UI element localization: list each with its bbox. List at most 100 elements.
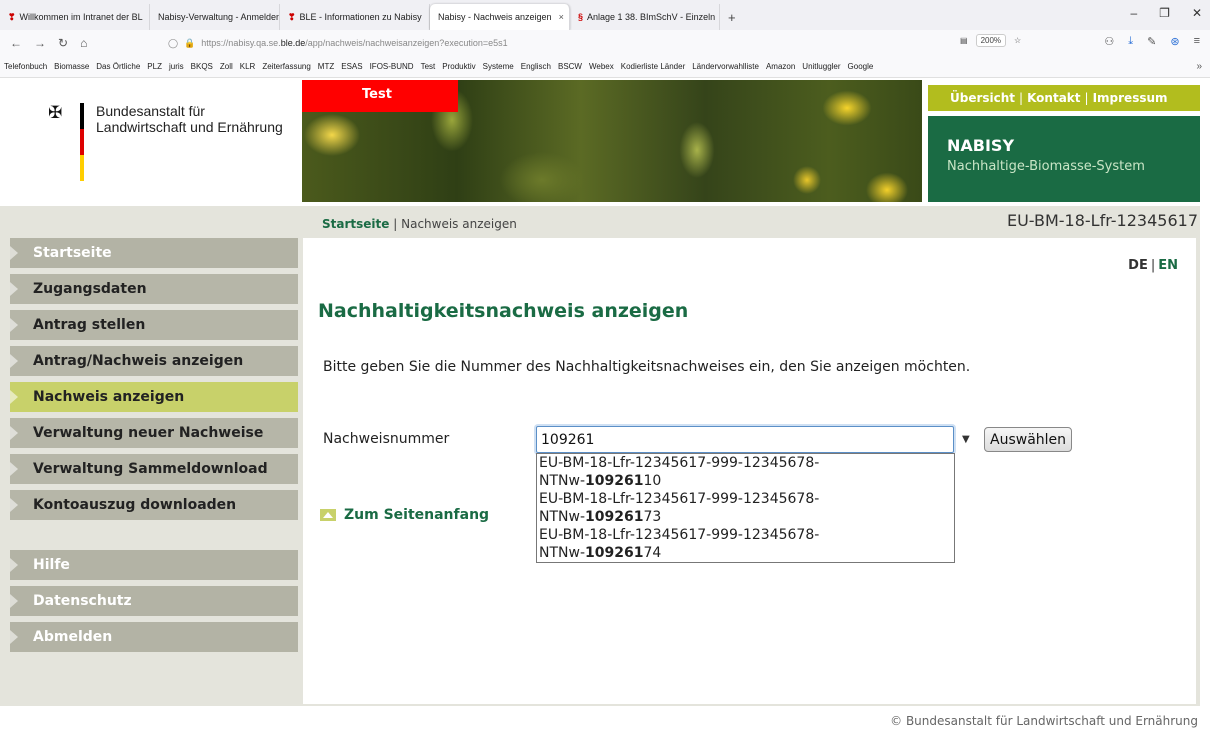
- bookmark-item[interactable]: Produktiv: [442, 62, 475, 71]
- sidebar-item-datenschutz[interactable]: Datenschutz: [10, 586, 298, 616]
- nachweisnummer-label: Nachweisnummer: [323, 431, 450, 447]
- browser-tab[interactable]: ❣Willkommen im Intranet der BL×: [0, 4, 150, 30]
- lang-en[interactable]: EN: [1158, 258, 1178, 273]
- bookmark-item[interactable]: MTZ: [318, 62, 334, 71]
- autocomplete-option[interactable]: EU-BM-18-Lfr-12345617-999-12345678- NTNw…: [537, 454, 954, 490]
- reload-icon[interactable]: ↻: [58, 36, 68, 50]
- shield-icon: ◯: [168, 37, 179, 48]
- breadcrumb-separator: |: [393, 217, 398, 231]
- close-icon[interactable]: ×: [559, 12, 564, 22]
- tab-favicon: ❣: [8, 11, 16, 22]
- to-top-link[interactable]: Zum Seitenanfang: [320, 507, 489, 523]
- sidebar-item-startseite[interactable]: Startseite: [10, 238, 298, 268]
- url-bar[interactable]: ◯ 🔒 https://nabisy.qa.se.ble.de/app/nach…: [168, 33, 1048, 53]
- autocomplete-option[interactable]: EU-BM-18-Lfr-12345617-999-12345678- NTNw…: [537, 490, 954, 526]
- new-tab-icon[interactable]: +: [720, 4, 744, 30]
- bookmark-item[interactable]: PLZ: [147, 62, 162, 71]
- more-bookmarks-icon[interactable]: »: [1196, 61, 1202, 72]
- app-name: NABISY: [947, 136, 1015, 155]
- browser-tab[interactable]: §Anlage 1 38. BImSchV - Einzeln×: [570, 4, 720, 30]
- sidebar-item-hilfe[interactable]: Hilfe: [10, 550, 298, 580]
- footer-copyright: © Bundesanstalt für Landwirtschaft und E…: [890, 714, 1198, 728]
- bookmark-item[interactable]: IFOS-BUND: [370, 62, 414, 71]
- link-kontakt[interactable]: Kontakt: [1027, 91, 1080, 105]
- lang-de[interactable]: DE: [1128, 258, 1148, 273]
- ble-logo[interactable]: ✠ Bundesanstalt für Landwirtschaft und E…: [48, 103, 283, 181]
- forward-icon[interactable]: →: [34, 36, 46, 50]
- bookmark-item[interactable]: Biomasse: [54, 62, 89, 71]
- maximize-icon[interactable]: ❐: [1159, 6, 1170, 20]
- nachweisnummer-field-wrapper: [536, 426, 954, 453]
- tab-label: BLE - Informationen zu Nabisy: [299, 12, 422, 22]
- bookmark-item[interactable]: Unitluggler: [802, 62, 840, 71]
- browser-nav-bar: ← → ↻ ⌂ ◯ 🔒 https://nabisy.qa.se.ble.de/…: [0, 30, 1210, 56]
- bookmark-item[interactable]: Zoll: [220, 62, 233, 71]
- bookmark-item[interactable]: Ländervorwahlliste: [692, 62, 759, 71]
- dropdown-arrow-icon[interactable]: ▼: [962, 434, 970, 445]
- browser-tab-bar: ❣Willkommen im Intranet der BL× Nabisy-V…: [0, 0, 1210, 30]
- menu-icon[interactable]: ≡: [1194, 35, 1200, 48]
- sidebar-item-zugangsdaten[interactable]: Zugangsdaten: [10, 274, 298, 304]
- bookmark-item[interactable]: Test: [421, 62, 436, 71]
- page-title: Nachhaltigkeitsnachweis anzeigen: [318, 300, 689, 322]
- back-icon[interactable]: ←: [10, 36, 22, 50]
- bookmark-item[interactable]: Englisch: [521, 62, 551, 71]
- bookmark-item[interactable]: Systeme: [483, 62, 514, 71]
- lang-separator: |: [1150, 258, 1156, 273]
- nachweisnummer-input[interactable]: [537, 427, 953, 452]
- to-top-label: Zum Seitenanfang: [344, 507, 490, 523]
- sidebar-item-kontoauszug-downloaden[interactable]: Kontoauszug downloaden: [10, 490, 298, 520]
- link-uebersicht[interactable]: Übersicht: [950, 91, 1015, 105]
- zoom-level[interactable]: 200%: [975, 34, 1007, 47]
- account-icon[interactable]: ⚇: [1104, 35, 1114, 48]
- browser-tab[interactable]: Nabisy-Verwaltung - Anmelden×: [150, 4, 280, 30]
- extension-icon[interactable]: ✎: [1147, 35, 1156, 48]
- org-name-line1: Bundesanstalt für: [96, 103, 205, 119]
- bookmark-item[interactable]: Amazon: [766, 62, 795, 71]
- autocomplete-option[interactable]: EU-BM-18-Lfr-12345617-999-12345678- NTNw…: [537, 526, 954, 562]
- sync-icon[interactable]: ⊛: [1170, 35, 1179, 48]
- option-match: 109261: [585, 545, 644, 561]
- browser-tab[interactable]: ❣BLE - Informationen zu Nabisy×: [280, 4, 430, 30]
- auswaehlen-button[interactable]: Auswählen: [984, 427, 1073, 452]
- app-subtitle: Nachhaltige-Biomasse-System: [947, 159, 1145, 174]
- download-icon[interactable]: ⤓: [1128, 35, 1133, 48]
- sidebar-item-antrag-nachweis-anzeigen[interactable]: Antrag/Nachweis anzeigen: [10, 346, 298, 376]
- tab-label: Willkommen im Intranet der BL: [19, 12, 143, 22]
- language-switch: DE | EN: [1128, 258, 1178, 273]
- breadcrumb-home[interactable]: Startseite: [322, 217, 389, 231]
- bookmark-item[interactable]: Zeiterfassung: [262, 62, 310, 71]
- arrow-up-icon: [320, 509, 336, 521]
- tab-label: Anlage 1 38. BImSchV - Einzeln: [587, 12, 716, 22]
- home-icon[interactable]: ⌂: [80, 36, 87, 50]
- close-window-icon[interactable]: ✕: [1192, 6, 1202, 20]
- window-controls: – ❐ ✕: [1130, 6, 1202, 20]
- bookmark-item[interactable]: Telefonbuch: [4, 62, 47, 71]
- bookmark-item[interactable]: Das Örtliche: [96, 62, 140, 71]
- bookmark-item[interactable]: KLR: [240, 62, 256, 71]
- sidebar-item-abmelden[interactable]: Abmelden: [10, 622, 298, 652]
- sidebar-item-antrag-stellen[interactable]: Antrag stellen: [10, 310, 298, 340]
- url-prefix: https://nabisy.qa.se.: [201, 38, 281, 48]
- sidebar-item-verwaltung-sammeldownload[interactable]: Verwaltung Sammeldownload: [10, 454, 298, 484]
- reader-icon[interactable]: ▤: [960, 36, 968, 45]
- account-id: EU-BM-18-Lfr-12345617: [1006, 211, 1198, 230]
- bookmark-item[interactable]: BSCW: [558, 62, 582, 71]
- bookmark-item[interactable]: Google: [848, 62, 874, 71]
- bookmark-item[interactable]: BKQS: [191, 62, 213, 71]
- bookmark-star-icon[interactable]: ☆: [1014, 36, 1021, 45]
- bookmark-item[interactable]: ESAS: [341, 62, 362, 71]
- breadcrumb: Startseite | Nachweis anzeigen: [322, 217, 517, 231]
- link-impressum[interactable]: Impressum: [1093, 91, 1168, 105]
- browser-tab-active[interactable]: Nabisy - Nachweis anzeigen ×: [430, 4, 570, 30]
- bookmark-item[interactable]: juris: [169, 62, 184, 71]
- eagle-icon: ✠: [48, 103, 63, 123]
- autocomplete-list: EU-BM-18-Lfr-12345617-999-12345678- NTNw…: [536, 453, 955, 563]
- bookmark-item[interactable]: Kodierliste Länder: [621, 62, 685, 71]
- minimize-icon[interactable]: –: [1130, 6, 1137, 20]
- app-brand-box: NABISY Nachhaltige-Biomasse-System: [928, 116, 1200, 202]
- org-name: Bundesanstalt für Landwirtschaft und Ern…: [96, 103, 283, 181]
- sidebar-item-nachweis-anzeigen[interactable]: Nachweis anzeigen: [10, 382, 298, 412]
- sidebar-item-verwaltung-neuer-nachweise[interactable]: Verwaltung neuer Nachweise: [10, 418, 298, 448]
- bookmark-item[interactable]: Webex: [589, 62, 614, 71]
